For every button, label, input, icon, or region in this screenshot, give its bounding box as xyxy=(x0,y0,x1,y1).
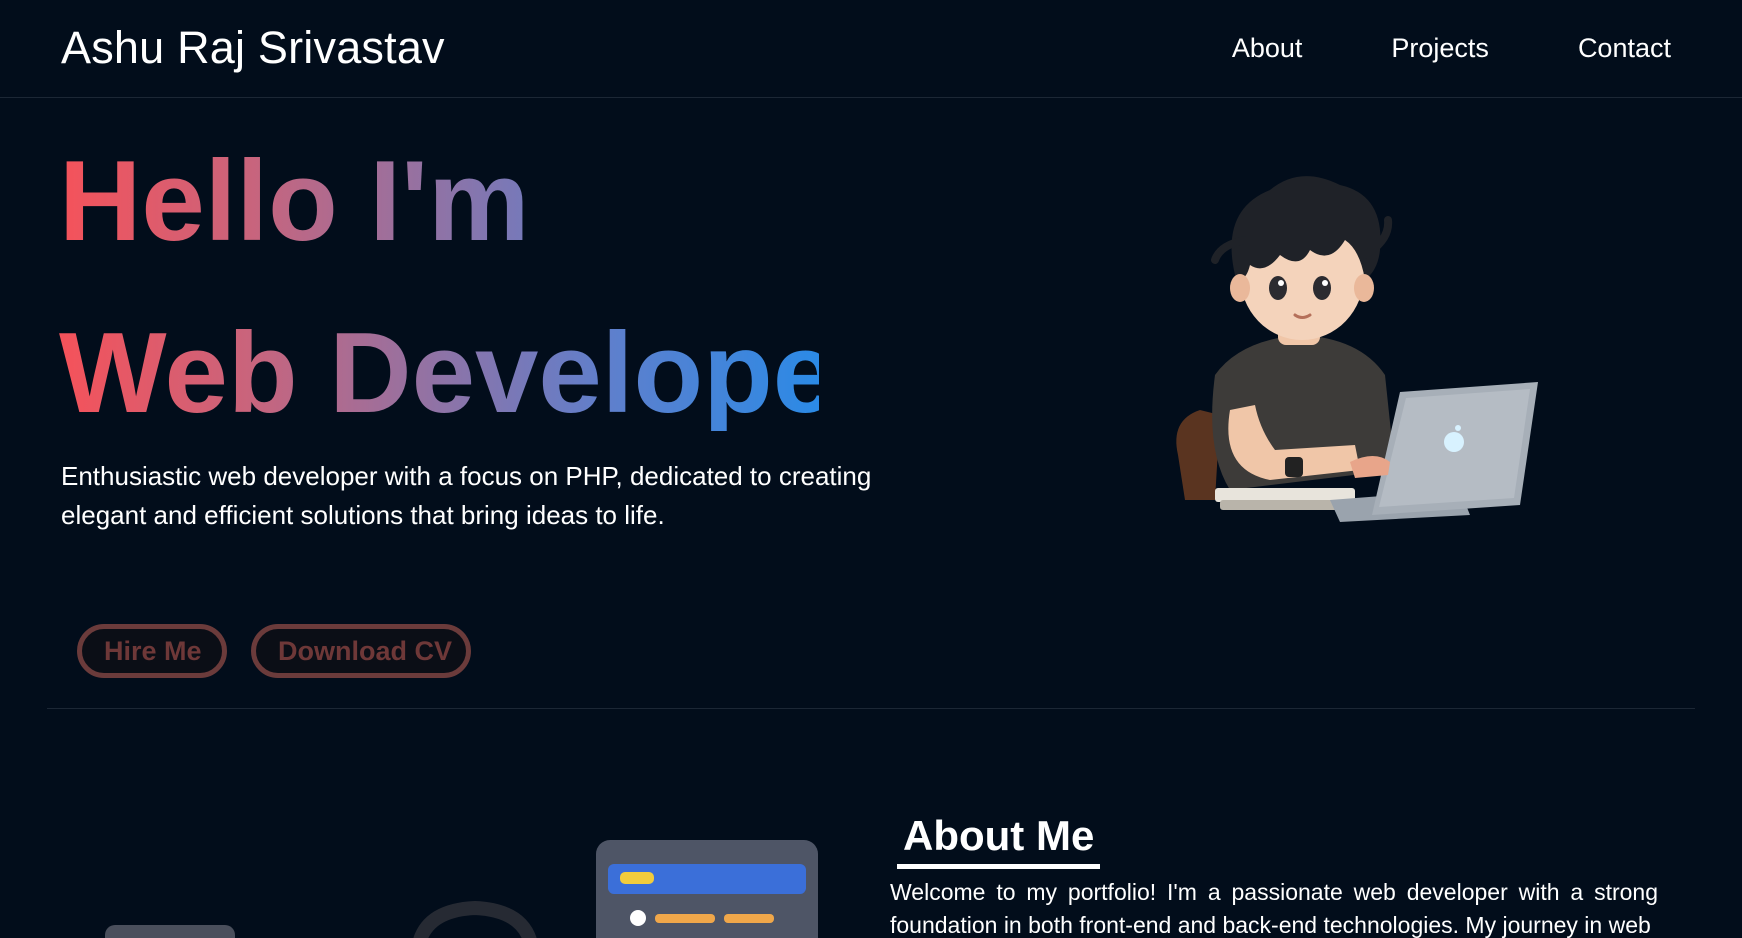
download-cv-button[interactable]: Download CV xyxy=(251,624,471,678)
developer-avatar-illustration xyxy=(1176,176,1538,522)
portfolio-page: Ashu Raj Srivastav About Projects Contac… xyxy=(0,0,1742,938)
hero-description: Enthusiastic web developer with a focus … xyxy=(61,461,872,530)
nav-contact-link[interactable]: Contact xyxy=(1578,32,1671,64)
nav-projects-link[interactable]: Projects xyxy=(1391,32,1489,64)
about-text: Welcome to my portfolio! I'm a passionat… xyxy=(890,879,1658,938)
hero-greeting: Hello I'm xyxy=(59,145,819,259)
section-divider xyxy=(47,708,1695,709)
hire-me-button[interactable]: Hire Me xyxy=(77,624,227,678)
hero-role: Web Developer xyxy=(59,310,881,437)
nav-about-link[interactable]: About xyxy=(1232,32,1303,64)
main-nav: About Projects Contact xyxy=(1143,32,1671,64)
site-brand[interactable]: Ashu Raj Srivastav xyxy=(61,22,445,74)
site-header: Ashu Raj Srivastav About Projects Contac… xyxy=(0,0,1742,98)
about-heading: About Me xyxy=(897,812,1101,869)
about-workspace-illustration xyxy=(105,840,818,938)
